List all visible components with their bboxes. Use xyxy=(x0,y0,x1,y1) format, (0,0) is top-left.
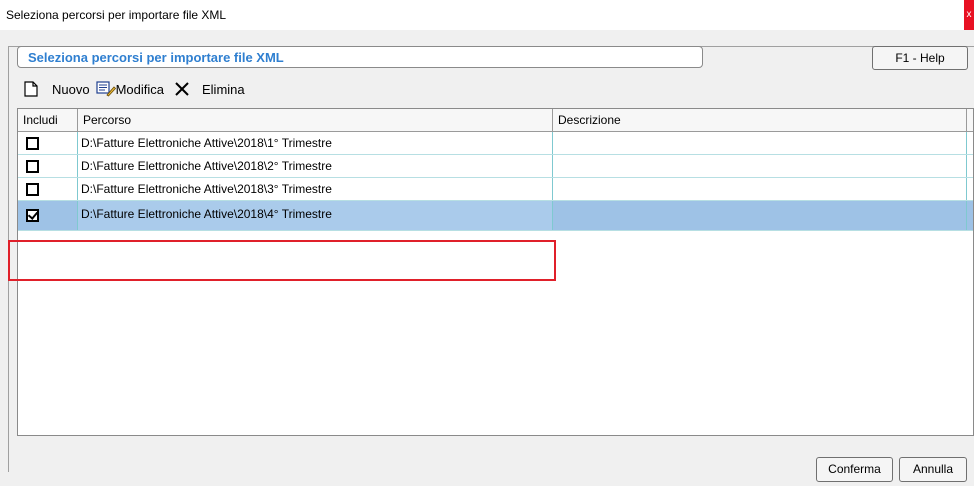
table-row[interactable]: D:\Fatture Elettroniche Attive\2018\3° T… xyxy=(18,178,973,201)
include-cell[interactable] xyxy=(18,178,78,200)
path-cell[interactable]: D:\Fatture Elettroniche Attive\2018\1° T… xyxy=(78,132,553,154)
title-bar: Seleziona percorsi per importare file XM… xyxy=(0,0,974,30)
delete-x-icon xyxy=(175,82,189,96)
include-checkbox[interactable] xyxy=(26,159,39,173)
path-cell[interactable]: D:\Fatture Elettroniche Attive\2018\2° T… xyxy=(78,155,553,177)
edit-document-icon xyxy=(95,81,116,97)
column-header-percorso[interactable]: Percorso xyxy=(78,109,553,132)
include-checkbox[interactable] xyxy=(26,182,39,196)
description-cell[interactable] xyxy=(553,155,967,177)
delete-button[interactable]: Elimina xyxy=(174,81,245,97)
edit-button-label: Modifica xyxy=(115,81,164,97)
description-cell[interactable] xyxy=(553,132,967,154)
toolbar: Nuovo Modifica Elimina xyxy=(24,78,249,100)
table-row-selected[interactable]: D:\Fatture Elettroniche Attive\2018\4° T… xyxy=(18,201,973,231)
help-button[interactable]: F1 - Help xyxy=(872,46,968,70)
grid-header: Includi Percorso Descrizione xyxy=(18,109,973,132)
description-cell[interactable] xyxy=(553,178,967,200)
dialog-body: Seleziona percorsi per importare file XM… xyxy=(0,30,974,486)
delete-button-label: Elimina xyxy=(202,81,245,97)
include-cell[interactable] xyxy=(18,201,78,230)
table-row[interactable]: D:\Fatture Elettroniche Attive\2018\1° T… xyxy=(18,132,973,155)
paths-grid[interactable]: Includi Percorso Descrizione D:\Fatture … xyxy=(17,108,974,436)
new-button-label: Nuovo xyxy=(52,81,90,97)
path-cell[interactable]: D:\Fatture Elettroniche Attive\2018\3° T… xyxy=(78,178,553,200)
close-button[interactable]: x xyxy=(964,0,974,30)
new-button[interactable]: Nuovo xyxy=(24,81,90,97)
new-document-icon xyxy=(24,81,38,97)
include-checkbox[interactable] xyxy=(26,136,39,150)
include-cell[interactable] xyxy=(18,132,78,154)
confirm-button[interactable]: Conferma xyxy=(816,457,893,482)
include-cell[interactable] xyxy=(18,155,78,177)
path-cell[interactable]: D:\Fatture Elettroniche Attive\2018\4° T… xyxy=(78,201,553,230)
group-title: Seleziona percorsi per importare file XM… xyxy=(17,46,703,68)
column-header-descrizione[interactable]: Descrizione xyxy=(553,109,967,132)
cancel-button[interactable]: Annulla xyxy=(899,457,967,482)
description-cell[interactable] xyxy=(553,201,967,230)
column-header-includi[interactable]: Includi xyxy=(18,109,78,132)
window-title: Seleziona percorsi per importare file XM… xyxy=(6,8,227,22)
edit-button[interactable]: Modifica xyxy=(95,81,164,97)
table-row[interactable]: D:\Fatture Elettroniche Attive\2018\2° T… xyxy=(18,155,973,178)
include-checkbox-checked[interactable] xyxy=(26,209,39,222)
